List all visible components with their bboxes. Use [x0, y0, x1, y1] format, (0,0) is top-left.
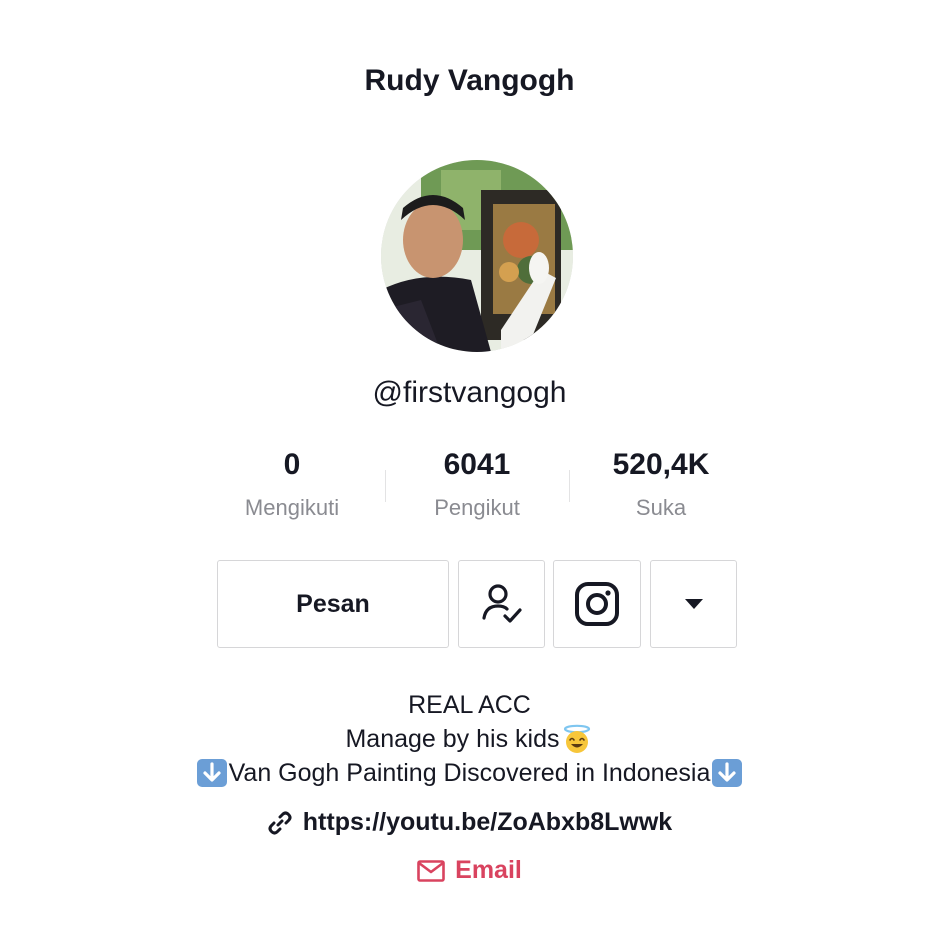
- profile-link-url[interactable]: https://youtu.be/ZoAbxb8Lwwk: [303, 808, 672, 837]
- instagram-button[interactable]: [553, 560, 641, 648]
- email-label[interactable]: Email: [455, 856, 522, 885]
- profile-page: Rudy Vangogh @firstvangogh 0 Mengikuti 6: [0, 0, 939, 928]
- bio-line-2: Manage by his kids: [0, 722, 939, 756]
- stat-following-value: 0: [283, 448, 301, 481]
- profile-handle: @firstvangogh: [372, 376, 567, 409]
- instagram-icon: [575, 582, 619, 626]
- bio-line-2-text: Manage by his kids: [345, 725, 560, 753]
- message-button-label: Pesan: [296, 589, 370, 618]
- profile-display-name: Rudy Vangogh: [364, 64, 575, 97]
- mail-icon: [417, 859, 445, 882]
- stat-likes[interactable]: 520,4K Suka: [569, 448, 753, 521]
- profile-link[interactable]: https://youtu.be/ZoAbxb8Lwwk: [0, 808, 939, 837]
- profile-stats: 0 Mengikuti 6041 Pengikut 520,4K Suka: [200, 448, 753, 528]
- stat-likes-value: 520,4K: [612, 448, 710, 481]
- bio-line-3-text: Van Gogh Painting Discovered in Indonesi…: [228, 759, 711, 787]
- profile-avatar[interactable]: [381, 160, 573, 352]
- down-arrow-emoji-icon: [712, 759, 743, 787]
- bio-line-1-text: REAL ACC: [408, 691, 531, 719]
- profile-bio: REAL ACC Manage by his kids Van Gogh Pai…: [0, 688, 939, 790]
- stat-followers-value: 6041: [443, 448, 511, 481]
- stat-following-label: Mengikuti: [244, 495, 340, 520]
- bio-line-3: Van Gogh Painting Discovered in Indonesi…: [0, 756, 939, 790]
- person-check-icon: [481, 584, 522, 623]
- more-options-button[interactable]: [650, 560, 737, 648]
- halo-smile-emoji-icon: [563, 724, 590, 753]
- message-button[interactable]: Pesan: [217, 560, 449, 648]
- link-icon: [268, 811, 292, 834]
- stat-following[interactable]: 0 Mengikuti: [200, 448, 384, 521]
- following-button[interactable]: [458, 560, 545, 648]
- stat-likes-label: Suka: [635, 495, 687, 520]
- email-button[interactable]: Email: [0, 856, 939, 885]
- stat-followers-label: Pengikut: [434, 495, 520, 520]
- caret-down-icon: [684, 599, 703, 609]
- bio-line-1: REAL ACC: [0, 688, 939, 722]
- avatar-photo: [381, 160, 573, 352]
- stat-followers[interactable]: 6041 Pengikut: [385, 448, 569, 521]
- down-arrow-emoji-icon: [196, 759, 227, 787]
